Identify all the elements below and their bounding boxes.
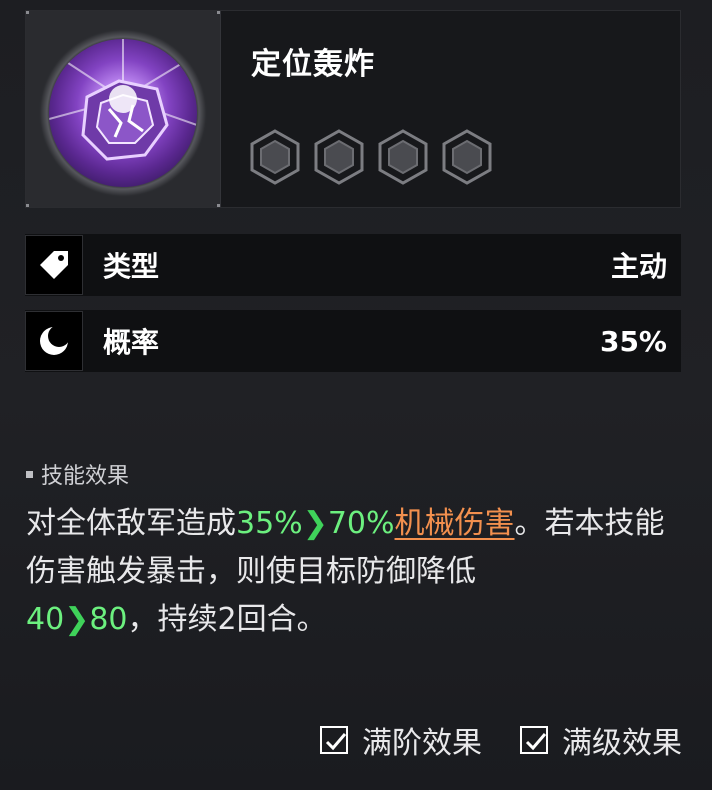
bullet-square-icon	[26, 470, 33, 478]
max-level-checkbox[interactable]: 满级效果	[520, 718, 682, 762]
checkbox-checked-icon[interactable]	[320, 726, 348, 754]
damage-to-value: 70%	[327, 506, 395, 541]
skill-header: 定位轰炸	[25, 10, 681, 208]
checkbox-checked-icon[interactable]	[520, 726, 548, 754]
effect-toggles: 满阶效果 满级效果	[320, 718, 682, 762]
defense-to-value: 80	[89, 602, 128, 637]
attribute-label: 类型	[103, 250, 160, 283]
skill-icon-frame	[26, 11, 221, 207]
star-hexagon-icon	[248, 129, 302, 185]
upgrade-arrow-icon: ❯	[64, 602, 90, 637]
damage-from-value: 35%	[236, 506, 303, 541]
skill-description: 对全体敌军造成35%❯70%机械伤害。若本技能伤害触发暴击，则使目标防御降低 40…	[26, 500, 686, 644]
star-hexagon-icon	[440, 129, 494, 185]
desc-text: ，持续2回合。	[127, 602, 327, 637]
skill-icon-ring	[39, 29, 207, 197]
section-title-text: 技能效果	[41, 464, 130, 489]
attribute-row-probability: 概率 35%	[25, 310, 681, 372]
max-level-label: 满级效果	[562, 726, 682, 761]
damage-type-link[interactable]: 机械伤害	[395, 506, 515, 541]
attribute-label: 概率	[103, 326, 160, 359]
star-hexagon-icon	[312, 129, 366, 185]
max-stage-label: 满阶效果	[362, 726, 482, 761]
section-title: 技能效果	[26, 458, 129, 490]
desc-text: 对全体敌军造成	[26, 506, 236, 541]
attribute-row-type: 类型 主动	[25, 234, 681, 296]
star-hexagon-icon	[376, 129, 430, 185]
skill-name: 定位轰炸	[251, 47, 375, 82]
tag-icon	[25, 235, 83, 295]
attribute-value: 35%	[599, 324, 667, 358]
defense-from-value: 40	[26, 602, 65, 637]
purple-explosion-skill-icon	[49, 39, 197, 187]
skill-star-rating	[248, 129, 494, 185]
moon-icon	[25, 311, 83, 371]
max-stage-checkbox[interactable]: 满阶效果	[320, 718, 482, 762]
attribute-value: 主动	[610, 250, 667, 283]
upgrade-arrow-icon: ❯	[302, 506, 328, 541]
